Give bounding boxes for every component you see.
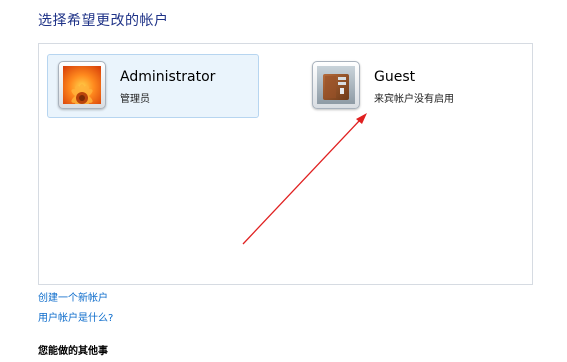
other-tasks-heading: 您能做的其他事	[38, 346, 108, 357]
account-name: Administrator	[120, 69, 216, 85]
briefcase-avatar-icon	[312, 61, 360, 109]
accounts-panel: Administrator 管理员 Guest 来宾帐户没有启用	[38, 43, 533, 285]
account-tile-guest[interactable]: Guest 来宾帐户没有启用	[301, 54, 501, 118]
create-account-link[interactable]: 创建一个新帐户	[38, 289, 108, 304]
account-name: Guest	[374, 69, 416, 85]
account-type: 来宾帐户没有启用	[374, 94, 454, 105]
account-tile-administrator[interactable]: Administrator 管理员	[47, 54, 259, 118]
account-type: 管理员	[120, 94, 150, 105]
what-is-user-account-link[interactable]: 用户帐户是什么?	[38, 309, 113, 324]
manage-accounts-page: 选择希望更改的帐户 Administrator 管理员 Guest 来宾帐户没有…	[0, 0, 567, 362]
page-title: 选择希望更改的帐户	[38, 13, 169, 29]
flower-avatar-icon	[58, 61, 106, 109]
